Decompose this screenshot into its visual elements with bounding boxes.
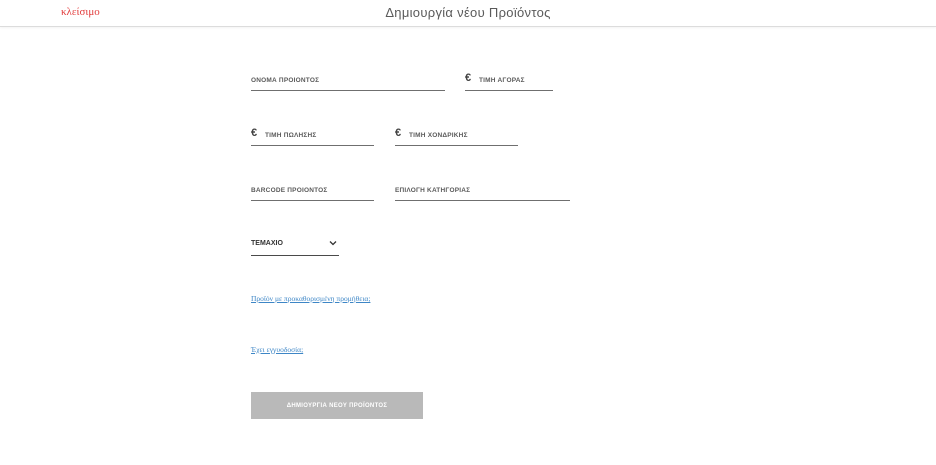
purchase-price-label: ΤΙΜΗ ΑΓΟΡΑΣ xyxy=(479,77,525,84)
category-label: ΕΠΙΛΟΓΗ ΚΑΤΗΓΟΡΙΑΣ xyxy=(395,187,471,194)
header-bar: κλείσιμο Δημιουργία νέου Προϊόντος xyxy=(0,0,936,27)
page-title: Δημιουργία νέου Προϊόντος xyxy=(385,5,551,20)
unit-select-value: ΤΕΜΑΧΙΟ xyxy=(251,240,283,247)
sale-price-field[interactable]: € ΤΙΜΗ ΠΩΛΗΣΗΣ xyxy=(251,127,374,146)
euro-icon: € xyxy=(465,72,472,84)
warranty-link[interactable]: Έχει εγγυοδοσία; xyxy=(251,345,303,354)
sale-price-label: ΤΙΜΗ ΠΩΛΗΣΗΣ xyxy=(265,132,317,139)
page: κλείσιμο Δημιουργία νέου Προϊόντος ΟΝΟΜΑ… xyxy=(0,0,936,465)
wholesale-price-label: ΤΙΜΗ ΧΟΝΔΡΙΚΗΣ xyxy=(409,132,468,139)
chevron-down-icon xyxy=(329,239,337,249)
barcode-label: BARCODE ΠΡΟΙΟΝΤΟΣ xyxy=(251,187,328,194)
purchase-price-field[interactable]: € ΤΙΜΗ ΑΓΟΡΑΣ xyxy=(465,72,553,91)
barcode-field[interactable]: BARCODE ΠΡΟΙΟΝΤΟΣ xyxy=(251,182,374,201)
category-field[interactable]: ΕΠΙΛΟΓΗ ΚΑΤΗΓΟΡΙΑΣ xyxy=(395,182,570,201)
euro-icon: € xyxy=(251,127,258,139)
unit-select[interactable]: ΤΕΜΑΧΙΟ xyxy=(251,238,339,256)
product-name-label: ΟΝΟΜΑ ΠΡΟΙΟΝΤΟΣ xyxy=(251,77,320,84)
create-product-button[interactable]: ΔΗΜΙΟΥΡΓΙΑ ΝΕΟΥ ΠΡΟΪΟΝΤΟΣ xyxy=(251,392,423,419)
product-name-field[interactable]: ΟΝΟΜΑ ΠΡΟΙΟΝΤΟΣ xyxy=(251,72,445,91)
euro-icon: € xyxy=(395,127,402,139)
wholesale-price-field[interactable]: € ΤΙΜΗ ΧΟΝΔΡΙΚΗΣ xyxy=(395,127,518,146)
predefined-supply-link[interactable]: Προϊόν με προκαθορισμένη προμήθεια; xyxy=(251,294,370,303)
